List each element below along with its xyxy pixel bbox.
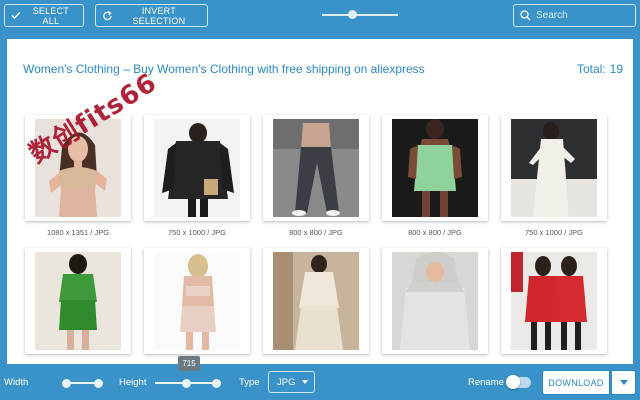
image-caption: 750 x 1000 / JPG (168, 228, 226, 237)
search-input[interactable] (536, 10, 631, 21)
photo-grey-leggings (273, 119, 359, 217)
photo-pink-sport-set (154, 252, 240, 350)
photo-cream-set (273, 252, 359, 350)
image-card[interactable] (501, 248, 607, 354)
thumbnail-size-slider[interactable] (322, 10, 398, 19)
photo-green-knit-set (35, 252, 121, 350)
width-slider-max-thumb[interactable] (94, 378, 103, 388)
photo-black-jacket (154, 119, 240, 217)
width-slider[interactable] (62, 378, 103, 388)
rename-toggle[interactable] (506, 375, 531, 389)
search-icon (520, 10, 531, 21)
image-card[interactable] (382, 248, 488, 354)
type-select-value: JPG (277, 376, 296, 388)
invert-icon (103, 10, 112, 20)
page-title: Women's Clothing – Buy Women's Clothing … (23, 62, 425, 76)
image-card[interactable] (144, 248, 250, 354)
image-card[interactable] (263, 248, 369, 354)
photo-green-dress (392, 119, 478, 217)
height-slider-min-thumb[interactable] (182, 378, 191, 388)
chevron-down-icon (302, 380, 309, 384)
type-label: Type (239, 377, 260, 388)
photo-red-hoodie (511, 252, 597, 350)
rename-toggle-knob[interactable] (506, 375, 520, 389)
width-slider-min-thumb[interactable] (62, 378, 71, 388)
top-toolbar: SELECT ALL INVERT SELECTION (0, 0, 640, 32)
height-label: Height (119, 377, 147, 388)
total-value: 19 (609, 62, 623, 76)
height-slider[interactable] (155, 378, 221, 388)
rename-label: Rename (468, 377, 504, 388)
image-card[interactable] (382, 115, 488, 221)
total-count: Total: 19 (577, 62, 623, 76)
total-label: Total: (576, 62, 606, 76)
image-caption: 750 x 1000 / JPG (525, 228, 583, 237)
search-box[interactable] (513, 4, 636, 27)
thumbnail-size-slider-thumb[interactable] (348, 10, 357, 19)
image-caption: 800 x 800 / JPG (289, 228, 343, 237)
height-slider-tooltip: 715 (178, 356, 200, 371)
select-all-label: SELECT ALL (32, 5, 69, 26)
image-caption: 800 x 800 / JPG (408, 228, 462, 237)
download-options-button[interactable] (611, 370, 636, 395)
image-card[interactable] (501, 115, 607, 221)
photo-grey-hoodie (392, 252, 478, 350)
image-card[interactable] (144, 115, 250, 221)
image-card[interactable] (263, 115, 369, 221)
image-gallery-panel: Women's Clothing – Buy Women's Clothing … (7, 39, 633, 364)
download-button[interactable]: DOWNLOAD (542, 370, 610, 395)
invert-selection-label: INVERT SELECTION (132, 5, 186, 26)
invert-selection-button[interactable]: INVERT SELECTION (95, 4, 208, 27)
select-all-button[interactable]: SELECT ALL (4, 4, 84, 27)
chevron-down-icon (619, 380, 628, 385)
check-icon (11, 11, 21, 20)
type-select[interactable]: JPG (268, 371, 315, 393)
photo-white-lace-dress (511, 119, 597, 217)
image-card[interactable] (25, 248, 131, 354)
image-caption: 1080 x 1351 / JPG (46, 228, 110, 237)
width-label: Width (4, 377, 29, 388)
height-slider-max-thumb[interactable] (212, 378, 221, 388)
